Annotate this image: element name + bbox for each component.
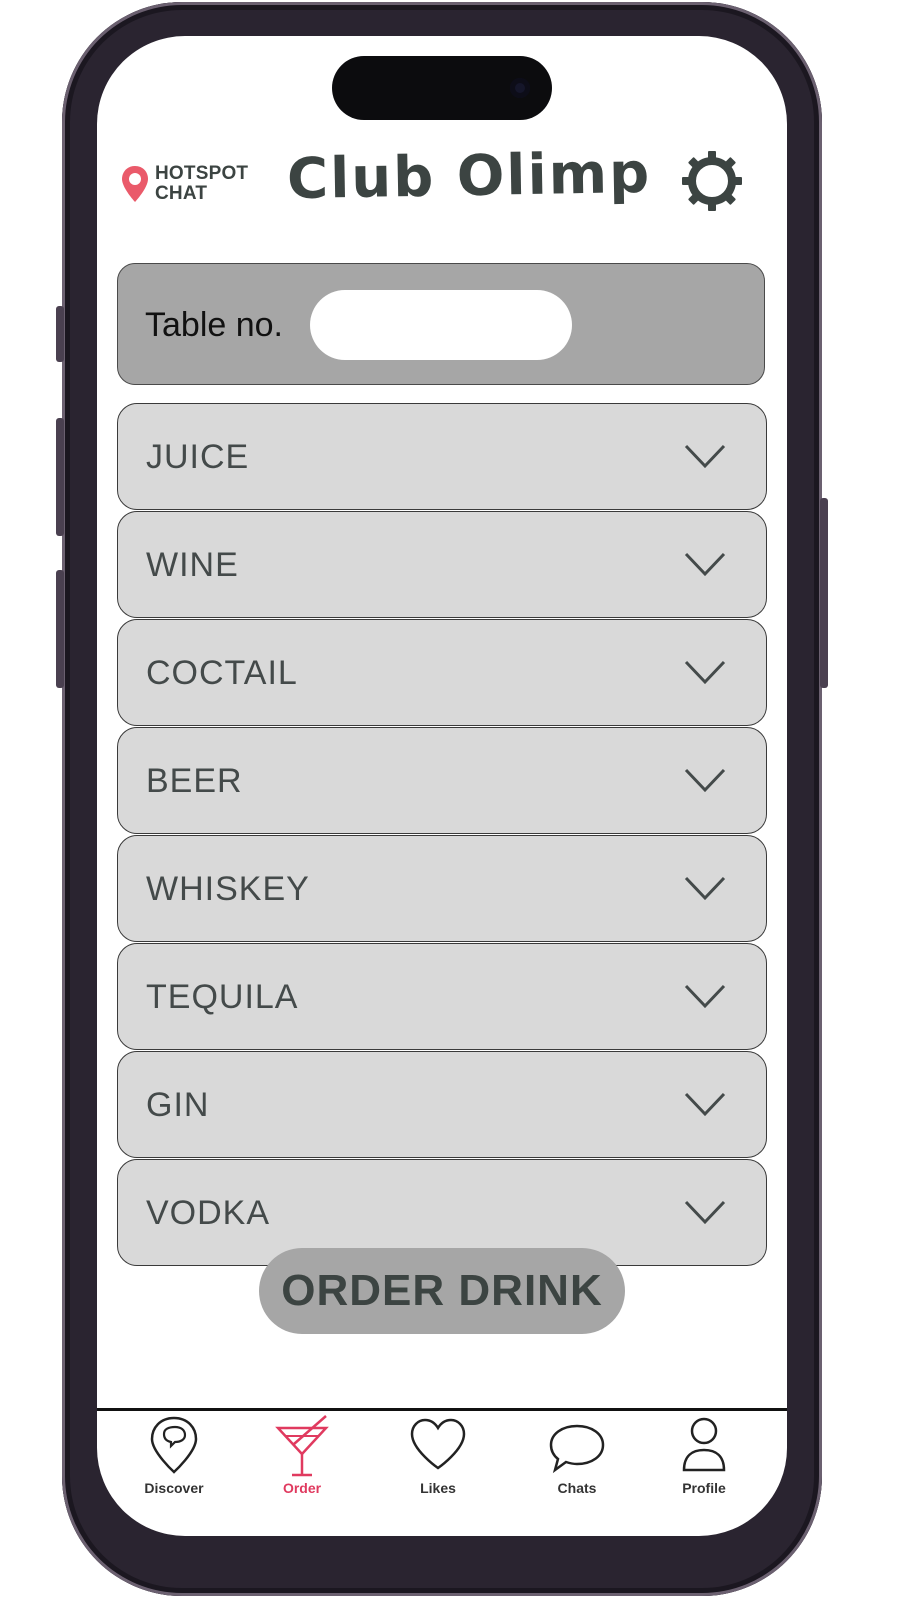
category-label: TEQUILA (146, 978, 299, 1016)
category-label: WINE (146, 546, 239, 584)
gear-icon[interactable] (681, 150, 743, 212)
category-label: JUICE (146, 438, 250, 476)
logo-text-line1: HOTSPOT (155, 163, 249, 184)
table-number-input[interactable] (310, 290, 572, 360)
chevron-down-icon (684, 984, 726, 1009)
nav-item-order[interactable]: Order (247, 1414, 357, 1496)
side-button-volume-down (56, 570, 64, 688)
category-wine[interactable]: WINE (117, 511, 767, 618)
chat-pin-icon (150, 1416, 198, 1474)
table-number-label: Table no. (145, 306, 283, 344)
order-drink-button[interactable]: ORDER DRINK (259, 1248, 625, 1334)
nav-label-likes: Likes (420, 1480, 456, 1496)
chevron-down-icon (684, 768, 726, 793)
nav-label-discover: Discover (144, 1480, 204, 1496)
side-button-volume-up (56, 418, 64, 536)
category-whiskey[interactable]: WHISKEY (117, 835, 767, 942)
chevron-down-icon (684, 660, 726, 685)
category-coctail[interactable]: COCTAIL (117, 619, 767, 726)
chevron-down-icon (684, 552, 726, 577)
side-button-power (820, 498, 828, 688)
dynamic-island (332, 56, 552, 120)
side-button-mute (56, 306, 64, 362)
drink-category-list: JUICE WINE COCTAIL BEER WHISKEY TEQUILA … (117, 403, 767, 1267)
location-pin-icon (122, 166, 148, 202)
category-label: COCTAIL (146, 654, 298, 692)
chevron-down-icon (684, 1092, 726, 1117)
category-label: WHISKEY (146, 870, 310, 908)
nav-item-chats[interactable]: Chats (522, 1414, 632, 1496)
chevron-down-icon (684, 876, 726, 901)
nav-divider (97, 1408, 787, 1411)
bottom-nav: Discover Order Likes Chats Profile (97, 1414, 787, 1524)
nav-label-order: Order (282, 1480, 322, 1496)
category-label: VODKA (146, 1194, 271, 1232)
screen: HOTSPOT CHAT Club Olimp Table no. JUICE … (97, 36, 787, 1536)
person-icon (682, 1417, 726, 1472)
nav-label-chats: Chats (557, 1480, 597, 1496)
chevron-down-icon (684, 1200, 726, 1225)
nav-item-profile[interactable]: Profile (649, 1414, 759, 1496)
hotspot-chat-logo: HOTSPOT CHAT (119, 164, 248, 204)
nav-label-profile: Profile (682, 1480, 726, 1496)
speech-bubble-icon (549, 1424, 605, 1474)
category-beer[interactable]: BEER (117, 727, 767, 834)
cocktail-icon (275, 1415, 329, 1477)
nav-item-discover[interactable]: Discover (119, 1414, 229, 1496)
logo-text-line2: CHAT (155, 183, 208, 204)
category-label: BEER (146, 762, 243, 800)
heart-icon (410, 1418, 466, 1470)
camera-icon (510, 78, 530, 98)
nav-item-likes[interactable]: Likes (383, 1414, 493, 1496)
page-title: Club Olimp (286, 140, 652, 213)
category-gin[interactable]: GIN (117, 1051, 767, 1158)
category-tequila[interactable]: TEQUILA (117, 943, 767, 1050)
table-number-panel: Table no. (117, 263, 765, 385)
category-juice[interactable]: JUICE (117, 403, 767, 510)
chevron-down-icon (684, 444, 726, 469)
category-label: GIN (146, 1086, 210, 1124)
